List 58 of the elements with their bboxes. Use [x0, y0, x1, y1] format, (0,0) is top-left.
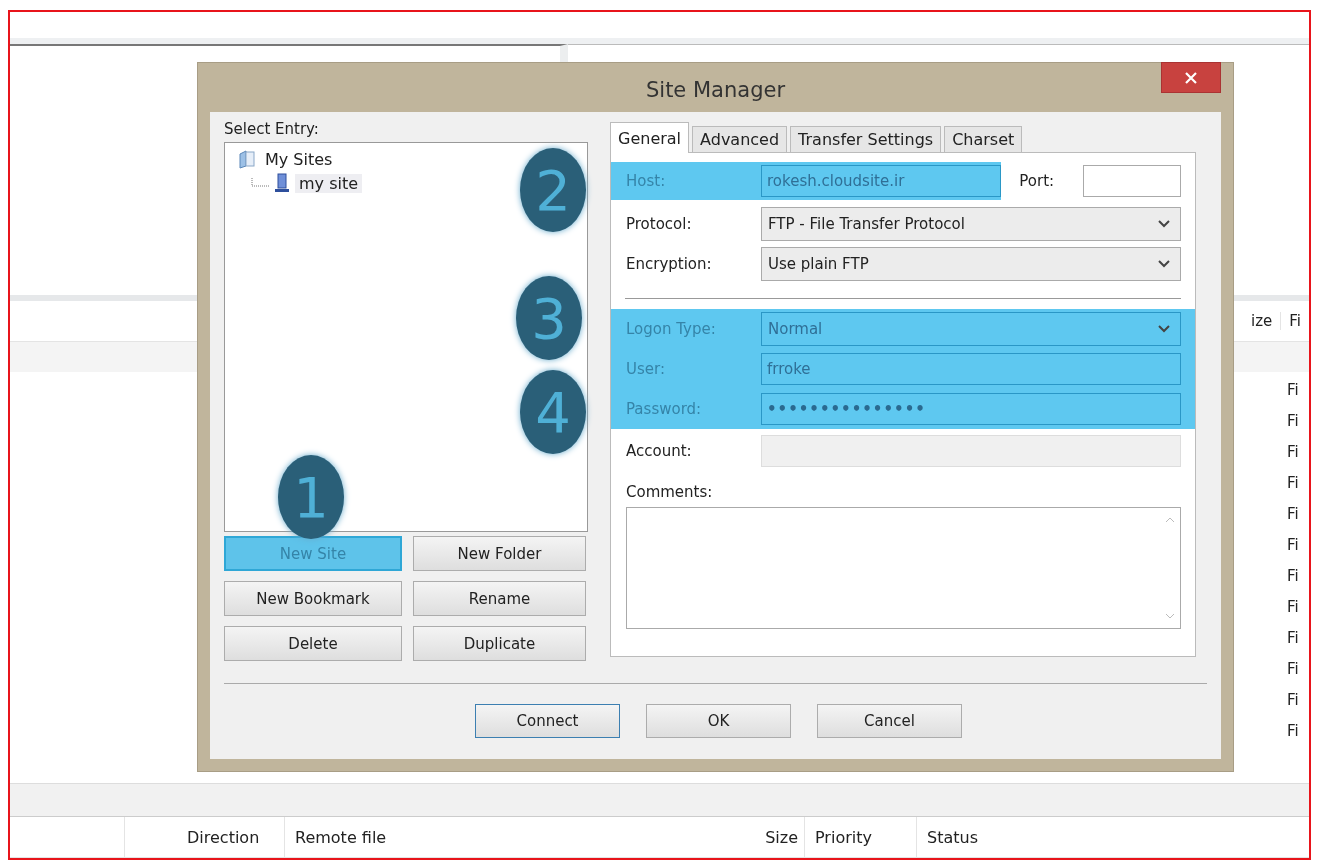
port-field[interactable] [1083, 165, 1181, 197]
tab[interactable]: Advanced [692, 126, 788, 152]
comments-field[interactable] [626, 507, 1181, 629]
close-button[interactable] [1161, 62, 1221, 93]
field-label: Port: [1019, 172, 1056, 190]
table-cell-text: Fi [1287, 689, 1300, 710]
column-header[interactable]: Remote file [284, 817, 644, 857]
column-header[interactable]: Priority [804, 817, 916, 857]
field-label: Comments: [626, 483, 714, 501]
dropdown[interactable]: Use plain FTP [761, 247, 1181, 281]
site-button[interactable]: New Folder [413, 536, 586, 571]
chevron-down-icon [1158, 325, 1170, 333]
site-button[interactable]: Duplicate [413, 626, 586, 661]
table-cell-text: Fi [1287, 658, 1300, 679]
column-header[interactable]: ize [1243, 311, 1281, 330]
field-label: Protocol: [626, 215, 693, 233]
field-label: Password: [626, 400, 703, 418]
column-header[interactable]: Fi [1280, 311, 1309, 330]
chevron-down-icon [1158, 220, 1170, 228]
tab[interactable]: Charset [944, 126, 1023, 152]
table-cell-text: Fi [1287, 472, 1300, 493]
table-cell-text: Fi [1287, 720, 1300, 741]
field-label: Logon Type: [626, 320, 717, 338]
server-icon [273, 173, 291, 193]
window-title: Site Manager [645, 77, 785, 102]
dialog-button[interactable]: OK [646, 704, 791, 738]
field-label: User: [626, 360, 666, 378]
table-cell-text: Fi [1287, 596, 1300, 617]
scroll-up-icon[interactable] [1165, 516, 1175, 523]
tree-item[interactable]: My Sites [261, 149, 337, 169]
scroll-down-icon[interactable] [1165, 613, 1175, 620]
table-cell-text: Fi [1287, 534, 1300, 555]
field-label: Account: [626, 442, 693, 460]
table-cell-text: Fi [1287, 379, 1300, 400]
dialog-button[interactable]: Connect [475, 704, 620, 738]
table-cell-text: Fi [1287, 441, 1300, 462]
chevron-down-icon [1158, 260, 1170, 268]
close-icon [1185, 71, 1197, 84]
tab[interactable]: Transfer Settings [790, 126, 942, 152]
site-button[interactable]: Delete [224, 626, 402, 661]
dialog-button[interactable]: Cancel [817, 704, 962, 738]
field-label: Host: [626, 172, 667, 190]
column-header[interactable]: Size [644, 817, 804, 857]
folder-icon [237, 149, 257, 169]
table-cell-text: Fi [1287, 627, 1300, 648]
table-cell-text: Fi [1287, 565, 1300, 586]
dropdown[interactable]: FTP - File Transfer Protocol [761, 207, 1181, 241]
select-entry-label: Select Entry: [224, 120, 320, 140]
tree-connector-icon [251, 178, 269, 188]
site-button[interactable]: Rename [413, 581, 586, 616]
field-label: Encryption: [626, 255, 713, 273]
site-button[interactable]: New Bookmark [224, 581, 402, 616]
tree-item[interactable]: my site [295, 173, 363, 193]
column-header[interactable]: Direction [124, 817, 284, 857]
tab[interactable]: General [610, 122, 690, 153]
table-cell-text: Fi [1287, 503, 1300, 524]
table-cell-text: Fi [1287, 410, 1300, 431]
column-header[interactable]: Status [916, 817, 1216, 857]
